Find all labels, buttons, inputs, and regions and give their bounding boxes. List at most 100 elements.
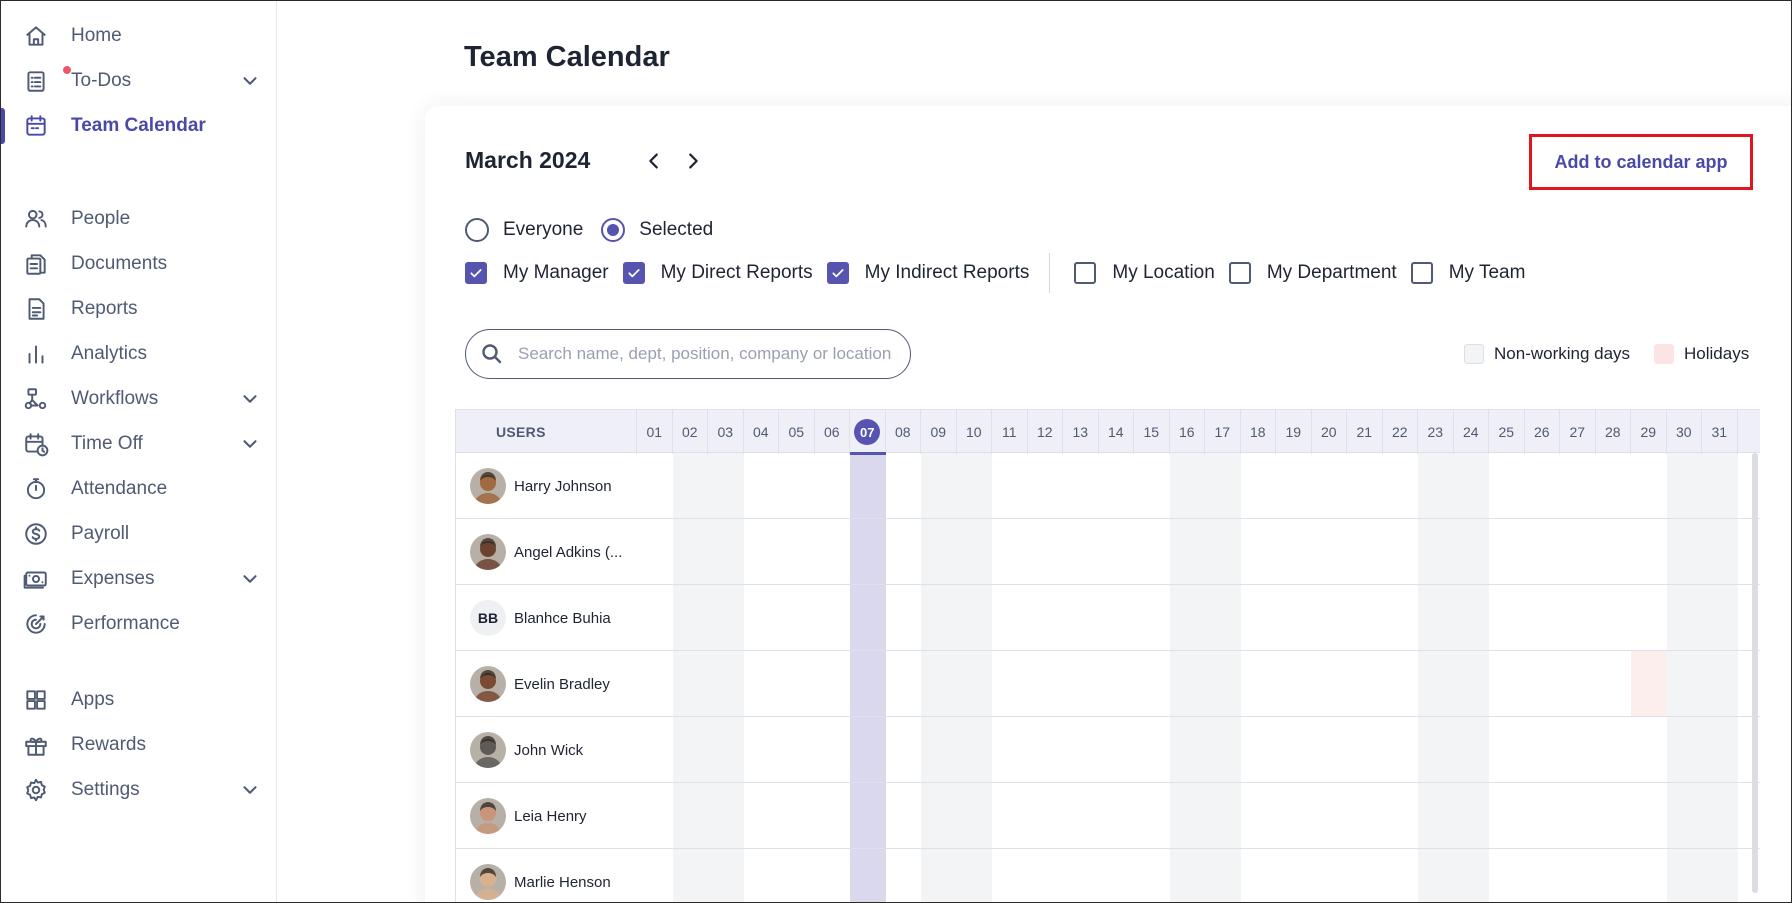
chevron-left-icon: [649, 153, 658, 169]
relationship-filter-group: My Manager My Direct Reports My Indirect…: [465, 253, 1525, 293]
sidebar-item-attendance[interactable]: Attendance: [1, 467, 277, 511]
day-header-10: 10: [957, 410, 992, 454]
checkbox-box: [1074, 262, 1097, 284]
avatar: [470, 798, 506, 834]
avatar: [470, 732, 506, 768]
checkbox-my-manager[interactable]: My Manager: [465, 262, 609, 284]
sidebar-item-label: Performance: [71, 613, 180, 634]
checkbox-my-location[interactable]: My Location: [1074, 262, 1215, 284]
sidebar-item-apps[interactable]: Apps: [1, 678, 277, 722]
avatar: BB: [470, 600, 506, 636]
chevron-down-icon[interactable]: [239, 70, 261, 92]
vertical-scrollbar[interactable]: [1752, 453, 1758, 893]
day-header-09: 09: [921, 410, 957, 454]
audience-radio-group: Everyone Selected: [465, 216, 731, 244]
sidebar-item-to-dos[interactable]: To-Dos: [1, 59, 277, 103]
day-header-23: 23: [1418, 410, 1454, 454]
sidebar-item-label: Time Off: [71, 433, 143, 454]
checkbox-label: My Manager: [503, 262, 609, 283]
sidebar-item-payroll[interactable]: Payroll: [1, 512, 277, 556]
sidebar-item-analytics[interactable]: Analytics: [1, 332, 277, 376]
sidebar-item-label: Apps: [71, 689, 115, 710]
user-name: John Wick: [514, 741, 584, 759]
day-header-03: 03: [708, 410, 744, 454]
sidebar-item-label: Team Calendar: [71, 115, 206, 136]
add-to-calendar-app-button[interactable]: Add to calendar app: [1529, 134, 1753, 190]
day-header-29: 29: [1631, 410, 1667, 454]
day-header-01: 01: [637, 410, 673, 454]
day-header-05: 05: [779, 410, 815, 454]
user-cell[interactable]: John Wick: [456, 717, 637, 783]
sidebar: Home To-Dos Team Calendar People Documents Re…: [1, 1, 277, 902]
app-window: Home To-Dos Team Calendar People Documents Re…: [0, 0, 1792, 903]
day-header-14: 14: [1099, 410, 1134, 454]
checkbox-my-department[interactable]: My Department: [1228, 262, 1397, 284]
checkbox-my-indirect-reports[interactable]: My Indirect Reports: [826, 262, 1029, 284]
checkbox-my-team[interactable]: My Team: [1410, 262, 1525, 284]
chevron-down-icon[interactable]: [239, 388, 261, 410]
filter-divider: [1049, 253, 1051, 293]
user-name: Harry Johnson: [514, 477, 612, 495]
user-cell[interactable]: Angel Adkins (...: [456, 519, 637, 585]
next-month-button[interactable]: [680, 148, 706, 174]
users-column-header: USERS: [456, 410, 637, 454]
report-icon: [22, 295, 50, 323]
sidebar-item-workflows[interactable]: Workflows: [1, 377, 277, 421]
user-cell[interactable]: Harry Johnson: [456, 453, 637, 519]
sidebar-item-reports[interactable]: Reports: [1, 287, 277, 331]
day-header-30: 30: [1667, 410, 1702, 454]
sidebar-item-time-off[interactable]: Time Off: [1, 422, 277, 466]
sidebar-item-rewards[interactable]: Rewards: [1, 723, 277, 767]
checkmark-icon: [470, 269, 482, 278]
prev-month-button[interactable]: [641, 148, 667, 174]
sidebar-item-settings[interactable]: Settings: [1, 768, 277, 812]
chevron-down-icon[interactable]: [239, 568, 261, 590]
radio-everyone[interactable]: Everyone: [465, 218, 583, 242]
sidebar-item-label: Reports: [71, 298, 138, 319]
sidebar-item-people[interactable]: People: [1, 197, 277, 241]
user-row: Leia Henry: [456, 783, 1760, 849]
day-header-24: 24: [1454, 410, 1489, 454]
user-cell[interactable]: Leia Henry: [456, 783, 637, 849]
radio-circle: [465, 218, 489, 242]
sidebar-item-performance[interactable]: Performance: [1, 602, 277, 646]
sidebar-item-label: Analytics: [71, 343, 148, 364]
search-icon: [480, 342, 504, 366]
sidebar-item-team-calendar[interactable]: Team Calendar: [1, 104, 277, 148]
day-header-07: 07: [850, 410, 886, 454]
checkbox-my-direct-reports[interactable]: My Direct Reports: [622, 262, 813, 284]
radio-selected[interactable]: Selected: [601, 218, 713, 242]
chevron-down-icon[interactable]: [239, 779, 261, 801]
user-row: Evelin Bradley: [456, 651, 1760, 717]
home-icon: [22, 22, 50, 50]
radio-label: Everyone: [503, 219, 584, 240]
sidebar-item-documents[interactable]: Documents: [1, 242, 277, 286]
add-to-calendar-app-label: Add to calendar app: [1554, 151, 1728, 172]
user-name: Evelin Bradley: [514, 675, 610, 693]
sidebar-item-expenses[interactable]: Expenses: [1, 557, 277, 601]
holiday-cell: [1631, 651, 1667, 716]
sidebar-item-home[interactable]: Home: [1, 14, 277, 58]
radio-circle: [601, 218, 626, 242]
day-header-06: 06: [815, 410, 850, 454]
avatar: [470, 864, 506, 900]
legend-label: Non-working days: [1494, 344, 1631, 363]
radio-label: Selected: [639, 219, 714, 240]
user-cell[interactable]: Evelin Bradley: [456, 651, 637, 717]
day-header-11: 11: [992, 410, 1028, 454]
day-header-31: 31: [1702, 410, 1738, 454]
day-header-20: 20: [1312, 410, 1347, 454]
user-row: John Wick: [456, 717, 1760, 783]
month-label: March 2024: [465, 147, 591, 173]
documents-icon: [22, 250, 50, 278]
search-input[interactable]: [518, 344, 898, 364]
day-header-19: 19: [1276, 410, 1312, 454]
user-cell[interactable]: Marlie Henson: [456, 849, 637, 902]
checkbox-box: [622, 262, 645, 284]
chevron-down-icon[interactable]: [239, 433, 261, 455]
day-header-04: 04: [744, 410, 779, 454]
search-box[interactable]: [465, 329, 911, 379]
gift-icon: [22, 731, 50, 759]
user-cell[interactable]: BB Blanhce Buhia: [456, 585, 637, 651]
day-header-21: 21: [1347, 410, 1383, 454]
